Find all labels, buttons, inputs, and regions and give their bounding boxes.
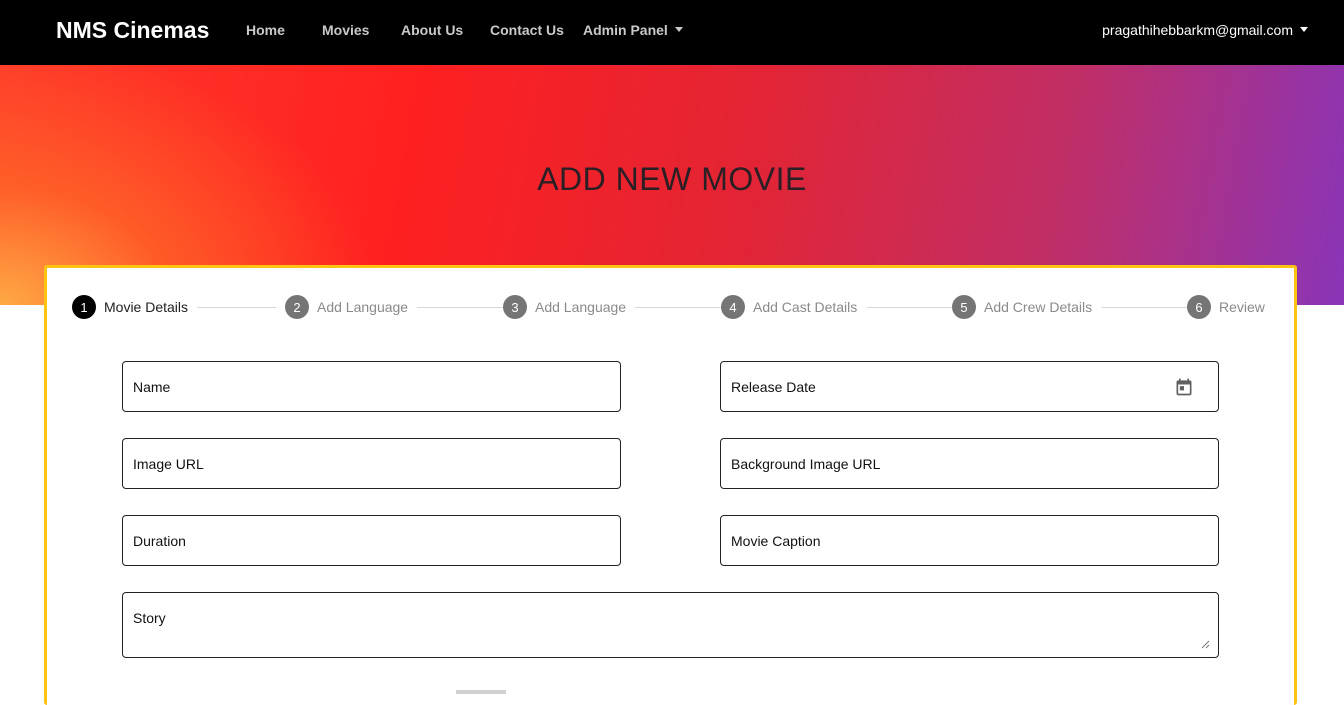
background-image-url-input[interactable]: Background Image URL [720,438,1219,489]
duration-label: Duration [133,533,186,549]
step-connector [417,307,503,308]
step-number: 2 [285,295,309,319]
step-connector [197,307,276,308]
step-label: Movie Details [104,299,189,315]
user-menu-dropdown[interactable]: pragathihebbarkm@gmail.com [1102,22,1308,38]
resize-handle-icon[interactable] [1200,639,1210,649]
stepper: 1 Movie Details 2 Add Language 3 Add Lan… [47,268,1294,348]
step-number: 3 [503,295,527,319]
nav-link-home[interactable]: Home [246,22,285,38]
step-label: Add Language [535,299,627,315]
step-add-crew-details[interactable]: 5 Add Crew Details [952,295,1092,319]
duration-input[interactable]: Duration [122,515,621,566]
step-label: Review [1219,299,1265,315]
step-connector [635,307,721,308]
admin-panel-label: Admin Panel [583,22,668,38]
step-number: 4 [721,295,745,319]
movie-caption-label: Movie Caption [731,533,821,549]
release-date-label: Release Date [731,379,816,395]
user-email: pragathihebbarkm@gmail.com [1102,22,1293,38]
image-url-input[interactable]: Image URL [122,438,621,489]
step-movie-details[interactable]: 1 Movie Details [72,295,188,319]
chevron-down-icon [1300,27,1308,32]
story-textarea[interactable]: Story [122,592,1219,658]
image-url-label: Image URL [133,456,204,472]
step-connector [867,307,952,308]
scroll-indicator [456,690,506,694]
release-date-input[interactable]: Release Date [720,361,1219,412]
nav-link-contact-us[interactable]: Contact Us [490,22,564,38]
step-number: 5 [952,295,976,319]
calendar-icon[interactable] [1174,377,1194,397]
step-label: Add Cast Details [753,299,858,315]
name-input[interactable]: Name [122,361,621,412]
step-number: 1 [72,295,96,319]
step-review[interactable]: 6 Review [1187,295,1265,319]
chevron-down-icon [674,27,683,32]
page-title: ADD NEW MOVIE [537,161,807,197]
step-label: Add Language [317,299,409,315]
nav-link-movies[interactable]: Movies [322,22,369,38]
step-add-language-2[interactable]: 3 Add Language [503,295,626,319]
story-label: Story [133,610,166,626]
background-image-url-label: Background Image URL [731,456,881,472]
step-add-language[interactable]: 2 Add Language [285,295,408,319]
movie-caption-input[interactable]: Movie Caption [720,515,1219,566]
name-label: Name [133,379,171,395]
brand-logo[interactable]: NMS Cinemas [56,17,209,44]
step-number: 6 [1187,295,1211,319]
step-label: Add Crew Details [984,299,1093,315]
step-connector [1102,307,1187,308]
top-navbar: NMS Cinemas Home Movies About Us Contact… [0,0,1344,65]
step-add-cast-details[interactable]: 4 Add Cast Details [721,295,857,319]
admin-panel-dropdown[interactable]: Admin Panel [583,22,683,38]
nav-link-about-us[interactable]: About Us [401,22,463,38]
